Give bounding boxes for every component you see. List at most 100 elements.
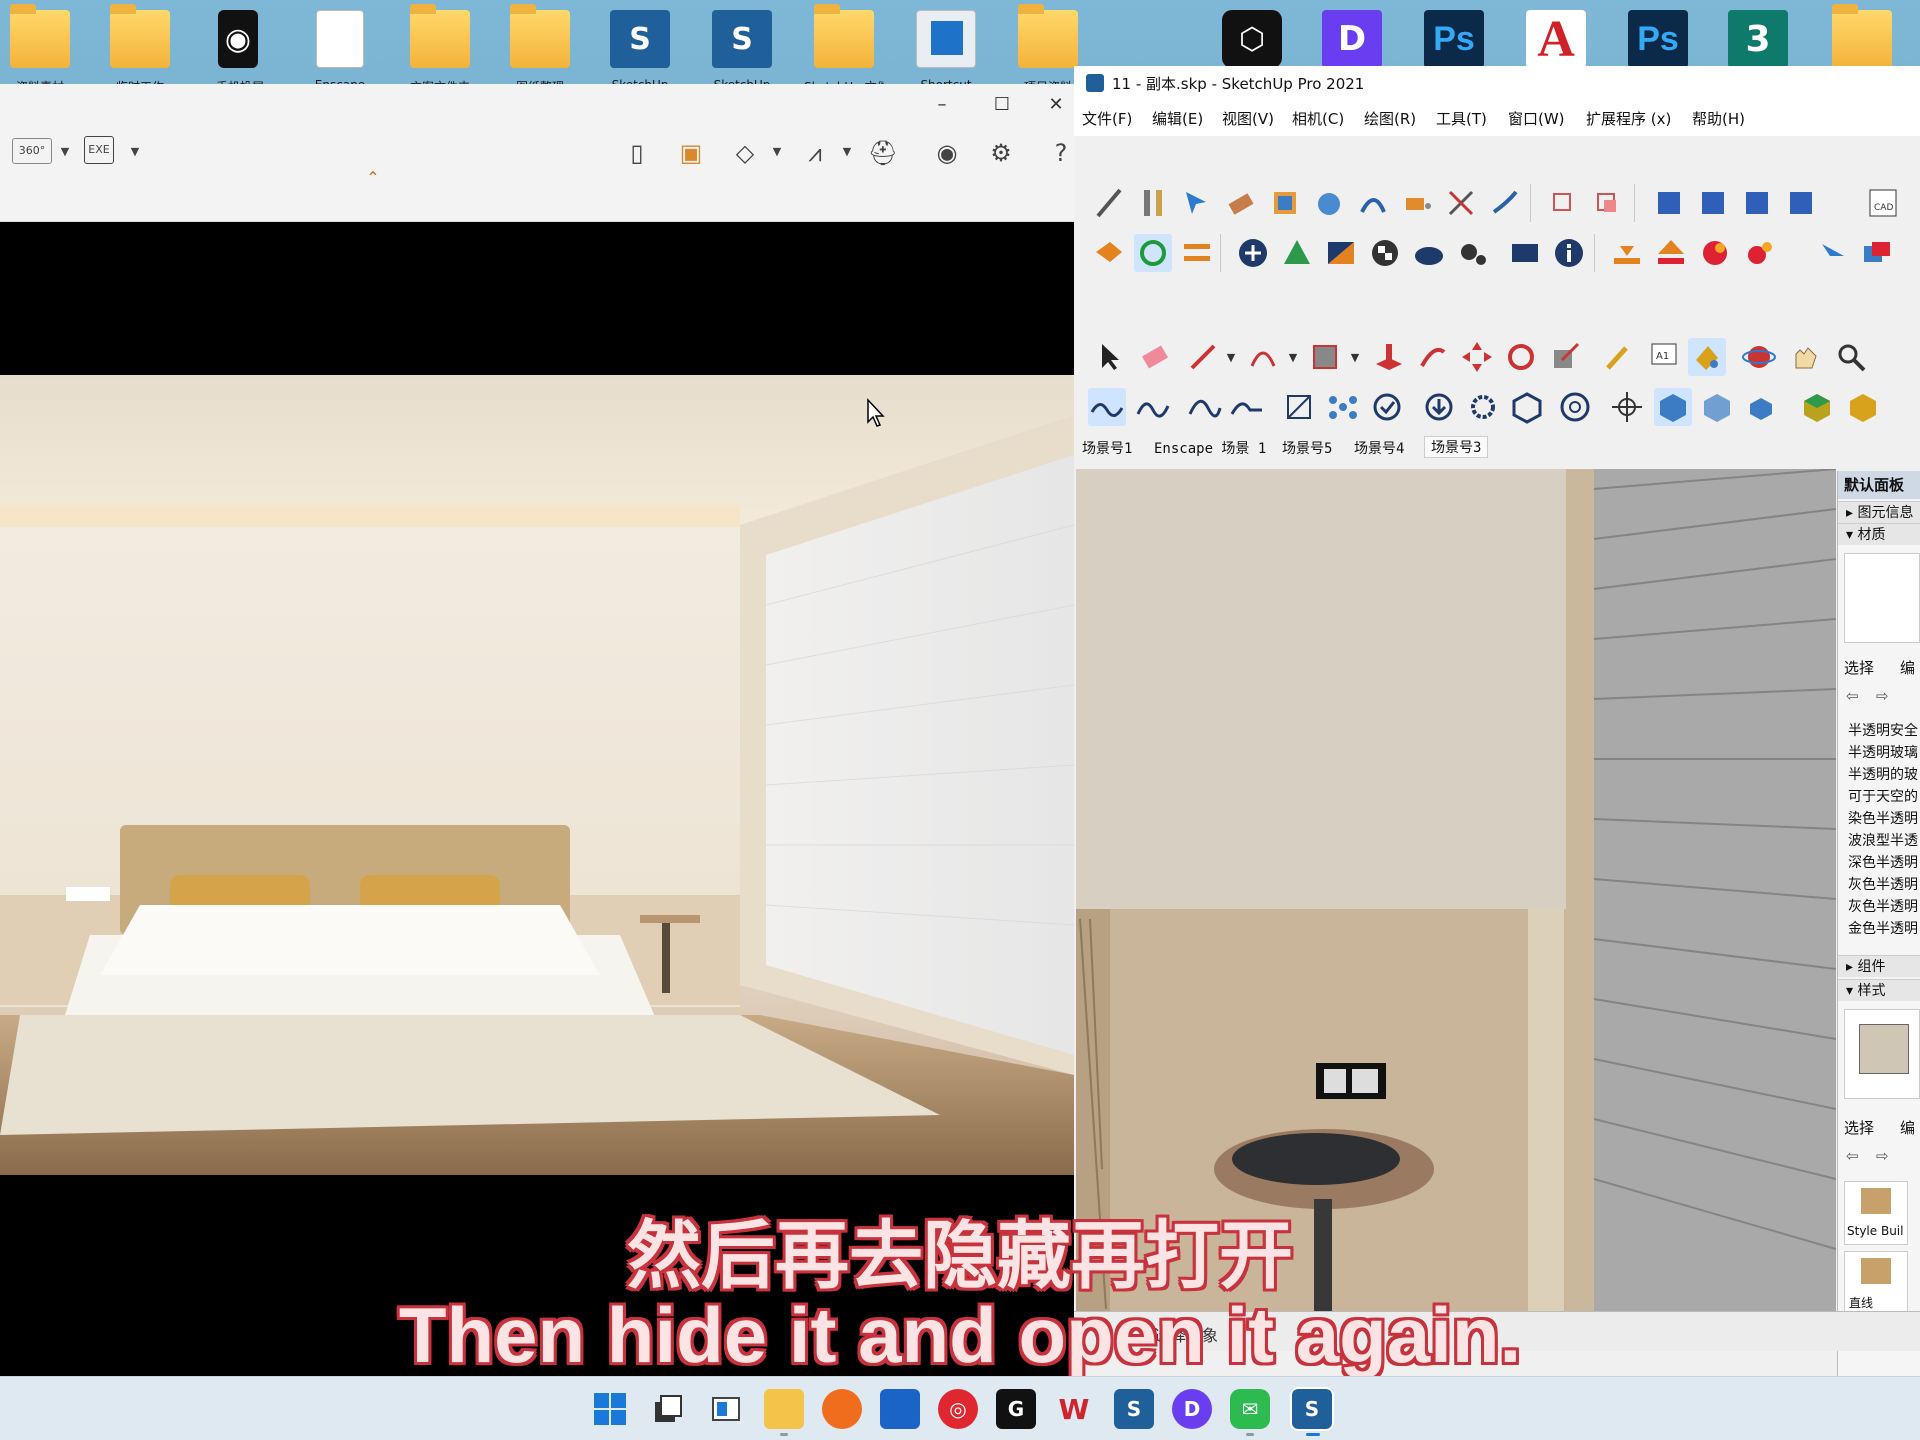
box-tool-icon[interactable] <box>1266 184 1304 222</box>
material-item[interactable]: 半透明玻璃 <box>1848 743 1918 763</box>
desktop-icon-6[interactable]: 图纸整理 <box>504 4 574 90</box>
solid-tools-icon[interactable] <box>1798 388 1836 426</box>
material-item[interactable]: 深色半透明 <box>1848 853 1918 873</box>
menu-extensions[interactable]: 扩展程序 (x) <box>1586 108 1671 130</box>
walk-view-icon[interactable] <box>1698 388 1736 426</box>
chevron-up-icon[interactable]: ⌃ <box>366 168 380 188</box>
menu-tools[interactable]: 工具(T) <box>1436 108 1487 130</box>
push-pull-icon[interactable] <box>1370 338 1408 376</box>
select-arrow-icon[interactable] <box>1090 338 1128 376</box>
scale-tool-icon[interactable] <box>1546 338 1584 376</box>
sketchup-icon[interactable]: S <box>1114 1389 1154 1429</box>
forward-arrow-icon[interactable]: ⇨ <box>1876 1147 1889 1165</box>
image-icon[interactable]: ▣ <box>672 134 710 172</box>
material-item[interactable]: 半透明安全 <box>1848 721 1918 741</box>
d5-render-icon[interactable]: D <box>1172 1389 1212 1429</box>
export-icon[interactable] <box>1652 234 1690 272</box>
start-icon[interactable] <box>590 1389 630 1429</box>
chevron-down-icon[interactable]: ▼ <box>770 142 784 162</box>
paint-tool-icon[interactable] <box>1398 184 1436 222</box>
desktop-icon-3[interactable]: ◉手机投屏 <box>204 6 274 90</box>
gear-settings-icon[interactable] <box>1464 388 1502 426</box>
curve-tool-icon[interactable] <box>1354 184 1392 222</box>
section-plane-icon[interactable] <box>1544 184 1582 222</box>
add-icon[interactable] <box>1234 234 1272 272</box>
tab-enscape-scene-1[interactable]: Enscape 场景 1 <box>1154 438 1266 460</box>
forward-arrow-icon[interactable]: ⇨ <box>1876 687 1889 705</box>
download-icon[interactable] <box>1420 388 1458 426</box>
enscape-logo-icon[interactable] <box>1090 234 1128 272</box>
chevron-down-icon[interactable]: ▼ <box>1286 348 1300 368</box>
view-back-icon[interactable] <box>1782 184 1820 222</box>
select-tab-2[interactable]: 选择 <box>1844 1117 1874 1138</box>
file-explorer-icon[interactable] <box>764 1389 804 1429</box>
desktop-icon-2[interactable]: 临时工作 <box>104 4 174 90</box>
materials-section[interactable]: ▾ 材质 <box>1838 523 1920 545</box>
smoove-icon[interactable] <box>1186 388 1224 426</box>
tab-scene-5[interactable]: 场景号5 <box>1282 438 1332 460</box>
360-icon[interactable]: 360° <box>12 138 52 164</box>
cloud-upload-icon[interactable] <box>1410 234 1448 272</box>
exe-export-icon[interactable]: EXE <box>84 136 114 164</box>
material-editor-icon[interactable] <box>1322 234 1360 272</box>
firefox-icon[interactable] <box>822 1389 862 1429</box>
desktop-icon-4[interactable]: Enscape <box>304 6 374 90</box>
tree-asset-icon[interactable] <box>1278 234 1316 272</box>
tab-scene-3[interactable]: 场景号3 <box>1424 436 1489 458</box>
sandbox-from-contours-icon[interactable] <box>1088 388 1126 426</box>
material-item[interactable]: 金色半透明 <box>1848 919 1918 939</box>
info-icon[interactable] <box>1550 234 1588 272</box>
styles-section[interactable]: ▾ 样式 <box>1838 979 1920 1001</box>
shape-tool-icon[interactable] <box>1310 184 1348 222</box>
desktop-icon-8[interactable]: SSketchUp <box>706 6 776 90</box>
select-tab[interactable]: 选择 <box>1844 657 1874 678</box>
material-item[interactable]: 染色半透明 <box>1848 809 1918 829</box>
chrome-browser-icon[interactable] <box>1556 388 1594 426</box>
view-right-icon[interactable] <box>1738 184 1776 222</box>
edit-tab[interactable]: 编 <box>1900 657 1915 678</box>
pencil-tool-icon[interactable] <box>1090 184 1128 222</box>
desktop-icon-7[interactable]: SSketchUp <box>604 6 674 90</box>
select-move-icon[interactable] <box>1178 184 1216 222</box>
tape-measure-icon[interactable] <box>1600 338 1638 376</box>
material-item[interactable]: 波浪型半透 <box>1848 831 1918 851</box>
tab-scene-1[interactable]: 场景号1 <box>1082 438 1132 460</box>
edit-tab-2[interactable]: 编 <box>1900 1117 1915 1138</box>
netease-music-icon[interactable]: ◎ <box>938 1389 978 1429</box>
eye-icon[interactable]: ◉ <box>928 134 966 172</box>
chevron-down-icon[interactable]: ▼ <box>128 142 142 162</box>
task-view-icon[interactable] <box>648 1389 688 1429</box>
view-front-icon[interactable] <box>1694 184 1732 222</box>
scissor-icon[interactable] <box>1442 184 1480 222</box>
flip-edge-icon[interactable] <box>1368 388 1406 426</box>
sketchup-viewport[interactable] <box>1076 469 1836 1311</box>
chevron-down-icon[interactable]: ▼ <box>1348 348 1362 368</box>
menu-edit[interactable]: 编辑(E) <box>1152 108 1203 130</box>
store-icon[interactable] <box>880 1389 920 1429</box>
line-tool-icon[interactable] <box>1184 338 1222 376</box>
outer-shell-icon[interactable] <box>1844 388 1882 426</box>
position-camera-icon[interactable] <box>1608 388 1646 426</box>
import-icon[interactable] <box>1608 234 1646 272</box>
vr-headset-icon[interactable]: ⛑ <box>864 134 902 172</box>
book-icon[interactable]: ⩘ <box>796 134 834 172</box>
maximize-button[interactable]: ☐ <box>982 84 1022 126</box>
rectangle-tool-icon[interactable] <box>1306 338 1344 376</box>
tab-scene-4[interactable]: 场景号4 <box>1354 438 1404 460</box>
menu-help[interactable]: 帮助(H) <box>1692 108 1745 130</box>
entity-info-section[interactable]: ▸ 图元信息 <box>1838 501 1920 523</box>
settings-gears-icon[interactable] <box>1454 234 1492 272</box>
cube-icon[interactable]: ◇ <box>726 134 764 172</box>
desktop-icon-1[interactable]: 资料素材 <box>4 4 74 90</box>
minimize-button[interactable]: – <box>922 84 962 126</box>
wechat-icon[interactable]: ✉ <box>1230 1389 1270 1429</box>
paint-bucket-icon[interactable] <box>1688 338 1726 376</box>
text-tool-icon[interactable]: A1 <box>1644 338 1682 376</box>
map-icon[interactable]: ▯ <box>618 134 656 172</box>
cube-component-icon[interactable] <box>1508 388 1546 426</box>
move-tool-icon[interactable] <box>1458 338 1496 376</box>
material-item[interactable]: 灰色半透明 <box>1848 875 1918 895</box>
eraser-tool-icon[interactable] <box>1136 338 1174 376</box>
chevron-down-icon[interactable]: ▼ <box>840 142 854 162</box>
material-item[interactable]: 可于天空的 <box>1848 787 1918 807</box>
